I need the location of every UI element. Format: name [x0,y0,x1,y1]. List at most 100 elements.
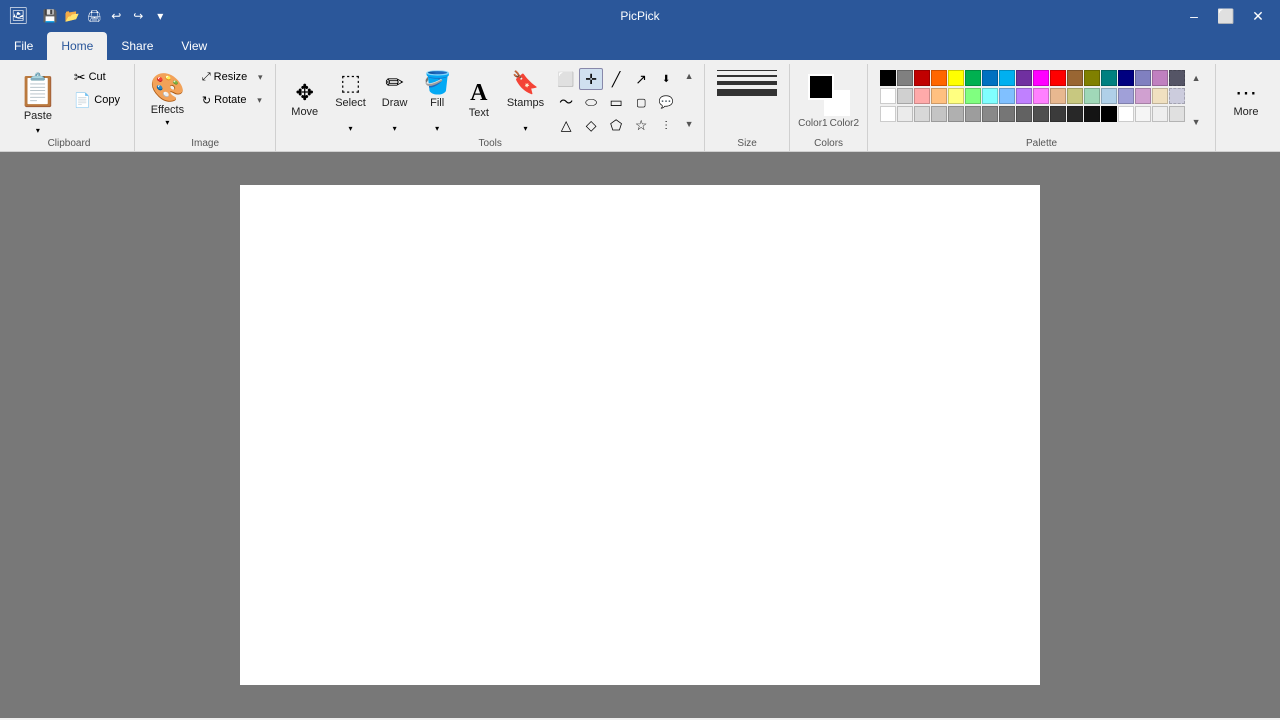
quick-redo-button[interactable]: ↪ [128,6,148,26]
swatch-dark-gray[interactable] [897,70,913,86]
swatch-yellow[interactable] [948,70,964,86]
tab-view[interactable]: View [167,32,221,60]
fill-arrow-button[interactable]: ▾ [417,122,456,134]
swatch-magenta[interactable] [1033,70,1049,86]
copy-button[interactable]: 📄 Copy [68,89,126,111]
swatch-white[interactable] [880,88,896,104]
swatch-gray-13[interactable] [1084,106,1100,122]
minimize-button[interactable]: – [1180,6,1208,26]
close-button[interactable]: ✕ [1244,6,1272,26]
more-button[interactable]: ⋯ More [1224,66,1268,134]
swatch-gray-11[interactable] [1050,106,1066,122]
shapes-scroll-up[interactable]: ▲ [682,66,696,86]
color1-container[interactable] [808,74,850,116]
tool-crosshair[interactable]: ✛ [579,68,603,90]
swatch-peach[interactable] [931,88,947,104]
size-line-1[interactable] [717,70,777,71]
tool-rounded-rect[interactable]: ▢ [629,91,653,113]
resize-arrow-button[interactable]: ▾ [253,67,267,87]
swatch-light-green[interactable] [965,88,981,104]
swatch-red[interactable] [1050,70,1066,86]
tool-triangle[interactable]: △ [554,114,578,136]
tool-more-shapes[interactable]: ⋮ [654,114,678,136]
shapes-scroll-down[interactable]: ▼ [682,114,696,134]
canvas-area[interactable] [0,152,1280,718]
tool-expand[interactable]: ⬇ [654,68,678,90]
swatch-cyan[interactable] [982,88,998,104]
select-button[interactable]: ⬚ Select [329,66,372,122]
text-button[interactable]: A Text [461,66,497,134]
swatch-pink[interactable] [1033,88,1049,104]
swatch-lavender[interactable] [1152,70,1168,86]
tab-share[interactable]: Share [107,32,167,60]
swatch-sky-blue[interactable] [999,88,1015,104]
swatch-light-spots[interactable] [1169,88,1185,104]
swatch-gray-17[interactable] [1152,106,1168,122]
swatch-dark-red[interactable] [914,70,930,86]
swatch-gray-4[interactable] [931,106,947,122]
size-line-2[interactable] [717,75,777,77]
effects-button[interactable]: 🎨 Effects ▾ [143,66,192,134]
tab-file[interactable]: File [0,32,47,60]
swatch-dark-spots[interactable] [1169,70,1185,86]
swatch-gray-1[interactable] [880,106,896,122]
swatch-light-purple[interactable] [1016,88,1032,104]
tool-selection[interactable]: ⬜ [554,68,578,90]
swatch-black[interactable] [880,70,896,86]
palette-scroll-up[interactable]: ▲ [1189,68,1203,88]
swatch-gray-5[interactable] [948,106,964,122]
size-line-4[interactable] [717,89,777,96]
tab-home[interactable]: Home [47,32,107,60]
swatch-teal[interactable] [1101,70,1117,86]
swatch-indigo[interactable] [1135,70,1151,86]
swatch-periwinkle[interactable] [1118,88,1134,104]
swatch-gray-10[interactable] [1033,106,1049,122]
select-arrow-button[interactable]: ▾ [329,122,372,134]
swatch-tan[interactable] [1050,88,1066,104]
swatch-gray-16[interactable] [1135,106,1151,122]
swatch-cream[interactable] [1152,88,1168,104]
quick-save-button[interactable]: 💾 [40,6,60,26]
swatch-olive[interactable] [1084,70,1100,86]
tool-diamond[interactable]: ◇ [579,114,603,136]
swatch-gray-6[interactable] [965,106,981,122]
swatch-light-gray[interactable] [897,88,913,104]
tool-freehand[interactable]: 〜 [554,91,578,113]
quick-open-button[interactable]: 📂 [62,6,82,26]
quick-more-button[interactable]: ▾ [150,6,170,26]
swatch-gray-2[interactable] [897,106,913,122]
paste-button[interactable]: 📋 Paste [12,66,64,124]
tool-line[interactable]: ╱ [604,68,628,90]
rotate-button[interactable]: ↻ Rotate [196,89,253,111]
swatch-gray-14[interactable] [1101,106,1117,122]
resize-button[interactable]: ⤢ Resize [196,66,253,88]
quick-undo-button[interactable]: ↩ [106,6,126,26]
swatch-light-yellow[interactable] [948,88,964,104]
swatch-navy[interactable] [1118,70,1134,86]
palette-scroll-down[interactable]: ▼ [1189,112,1203,132]
quick-print-button[interactable]: 🖨 [84,6,104,26]
swatch-blue[interactable] [982,70,998,86]
swatch-mint[interactable] [1084,88,1100,104]
draw-arrow-button[interactable]: ▾ [376,122,414,134]
stamps-button[interactable]: 🔖 Stamps [501,66,550,122]
size-line-3[interactable] [717,81,777,85]
swatch-gray-15[interactable] [1118,106,1134,122]
paste-arrow-button[interactable]: ▾ [12,124,64,136]
cut-button[interactable]: ✂ Cut [68,66,126,88]
swatch-green[interactable] [965,70,981,86]
swatch-gray-9[interactable] [1016,106,1032,122]
swatch-light-blue[interactable] [999,70,1015,86]
swatch-gray-18[interactable] [1169,106,1185,122]
tool-arrow[interactable]: ↗ [629,68,653,90]
swatch-gray-7[interactable] [982,106,998,122]
tool-rect[interactable]: ▭ [604,91,628,113]
swatch-gray-8[interactable] [999,106,1015,122]
stamps-arrow-button[interactable]: ▾ [501,122,550,134]
swatch-gray-12[interactable] [1067,106,1083,122]
tool-pentagon[interactable]: ⬠ [604,114,628,136]
tool-speech[interactable]: 💬 [654,91,678,113]
rotate-arrow-button[interactable]: ▾ [252,90,266,110]
maximize-button[interactable]: ⬜ [1212,6,1240,26]
tool-ellipse[interactable]: ⬭ [579,91,603,113]
